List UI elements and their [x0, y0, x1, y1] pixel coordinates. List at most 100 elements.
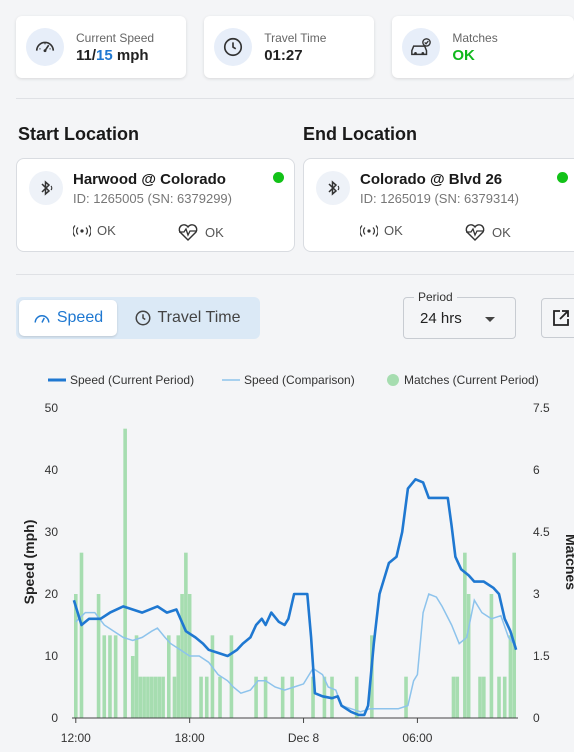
matches-bar [96, 594, 101, 718]
current-speed-value: 11/15 mph [76, 46, 149, 64]
clock-icon [214, 28, 253, 66]
matches-bar [113, 635, 118, 718]
matches-value: OK [452, 46, 475, 64]
toggle-speed[interactable]: Speed [19, 300, 117, 336]
x-tick-label: 06:00 [402, 731, 432, 745]
matches-bar [280, 676, 285, 718]
divider [16, 98, 574, 99]
clock-icon [135, 310, 150, 326]
matches-bar [172, 676, 177, 718]
start-location-card[interactable]: Harwood @ Colorado ID: 1265005 (SN: 6379… [16, 158, 295, 252]
period-label: Period [414, 290, 457, 304]
matches-bar [210, 635, 215, 718]
matches-bar [102, 635, 107, 718]
end-signal-text: OK [384, 223, 403, 238]
legend-swatch-matches [387, 374, 399, 386]
matches-bar [502, 676, 507, 718]
y-left-axis-title: Speed (mph) [21, 520, 37, 605]
metric-toggle: Speed Travel Time [16, 297, 260, 339]
y-right-tick-label: 1.5 [533, 649, 550, 663]
stats-row: Current Speed 11/15 mph Travel Time 01:2… [0, 0, 574, 96]
toggle-travel-time[interactable]: Travel Time [117, 300, 257, 336]
period-select[interactable]: Period 24 hrs [403, 290, 516, 339]
matches-bar [180, 594, 184, 718]
matches-bar [199, 676, 203, 718]
end-location-name: Colorado @ Blvd 26 [360, 171, 503, 188]
legend-speed-comparison: Speed (Comparison) [244, 373, 355, 387]
end-health-text: OK [492, 224, 511, 240]
matches-bar [166, 635, 171, 718]
chart-legend: Speed (Current Period) Speed (Comparison… [48, 373, 539, 387]
matches-bar [404, 676, 408, 718]
period-value: 24 hrs [420, 310, 462, 327]
x-tick-label: Dec 8 [288, 731, 320, 745]
matches-bar [204, 676, 209, 718]
matches-bar [451, 676, 456, 718]
export-button[interactable] [541, 298, 574, 338]
y-right-tick-label: 3 [533, 587, 540, 601]
matches-bar [354, 676, 359, 718]
start-health-status: OK [177, 223, 224, 241]
toggle-speed-label: Speed [56, 309, 104, 326]
y-left-tick-label: 0 [51, 711, 58, 725]
y-right-tick-label: 0 [533, 711, 540, 725]
start-location-ids: ID: 1265005 (SN: 6379299) [73, 191, 232, 206]
speedometer-icon [34, 315, 50, 323]
matches-card: Matches OK [392, 16, 574, 78]
matches-bar [263, 676, 268, 718]
y-left-tick-label: 50 [45, 401, 59, 415]
matches-bar [455, 676, 460, 718]
matches-bar [229, 635, 234, 718]
signal-icon [360, 224, 378, 237]
start-signal-text: OK [97, 223, 116, 238]
matches-bar [489, 594, 494, 718]
y-left-tick-label: 20 [45, 587, 59, 601]
chevron-down-icon [485, 317, 495, 322]
legend-matches: Matches (Current Period) [404, 373, 539, 387]
toggle-travel-time-label: Travel Time [157, 309, 241, 326]
matches-bar [508, 635, 513, 718]
divider [16, 274, 574, 275]
matches-bar [130, 656, 135, 718]
speed-chart: Speed (Current Period) Speed (Comparison… [21, 373, 574, 745]
matches-bar [134, 635, 139, 718]
start-health-text: OK [205, 224, 224, 240]
matches-bar [146, 676, 150, 718]
matches-bar [497, 676, 501, 718]
y-left-tick-label: 30 [45, 525, 59, 539]
matches-bar [79, 552, 84, 718]
end-signal-status: OK [360, 223, 403, 238]
car-match-icon [402, 28, 441, 66]
travel-time-label: Travel Time [264, 30, 327, 45]
end-location-card[interactable]: Colorado @ Blvd 26 ID: 1265019 (SN: 6379… [303, 158, 574, 252]
legend-speed-current: Speed (Current Period) [70, 373, 194, 387]
travel-time-card: Travel Time 01:27 [204, 16, 375, 78]
matches-bar [463, 552, 467, 718]
matches-bar [142, 676, 146, 718]
y-left-tick-label: 10 [45, 649, 59, 663]
heart-pulse-icon [465, 224, 485, 241]
start-location-title: Start Location [18, 124, 140, 144]
bluetooth-icon [316, 171, 350, 205]
y-left-tick-label: 40 [45, 463, 59, 477]
travel-time-value: 01:27 [264, 46, 303, 64]
matches-label: Matches [452, 30, 498, 45]
matches-bar [157, 676, 162, 718]
matches-bar [161, 676, 165, 718]
heart-pulse-icon [178, 224, 198, 241]
current-speed-label: Current Speed [76, 30, 155, 45]
matches-bar [138, 676, 143, 718]
external-link-icon [553, 310, 569, 326]
y-right-tick-label: 4.5 [533, 525, 550, 539]
x-tick-label: 12:00 [61, 731, 91, 745]
current-speed-card: Current Speed 11/15 mph [16, 16, 187, 78]
bluetooth-icon [29, 171, 63, 205]
end-health-status: OK [464, 223, 511, 241]
matches-bar [184, 552, 188, 718]
matches-bar [290, 676, 294, 718]
speedometer-icon [26, 28, 64, 66]
matches-bar [149, 676, 154, 718]
x-tick-label: 18:00 [175, 731, 205, 745]
end-location-title: End Location [303, 124, 417, 144]
signal-icon [73, 224, 91, 237]
